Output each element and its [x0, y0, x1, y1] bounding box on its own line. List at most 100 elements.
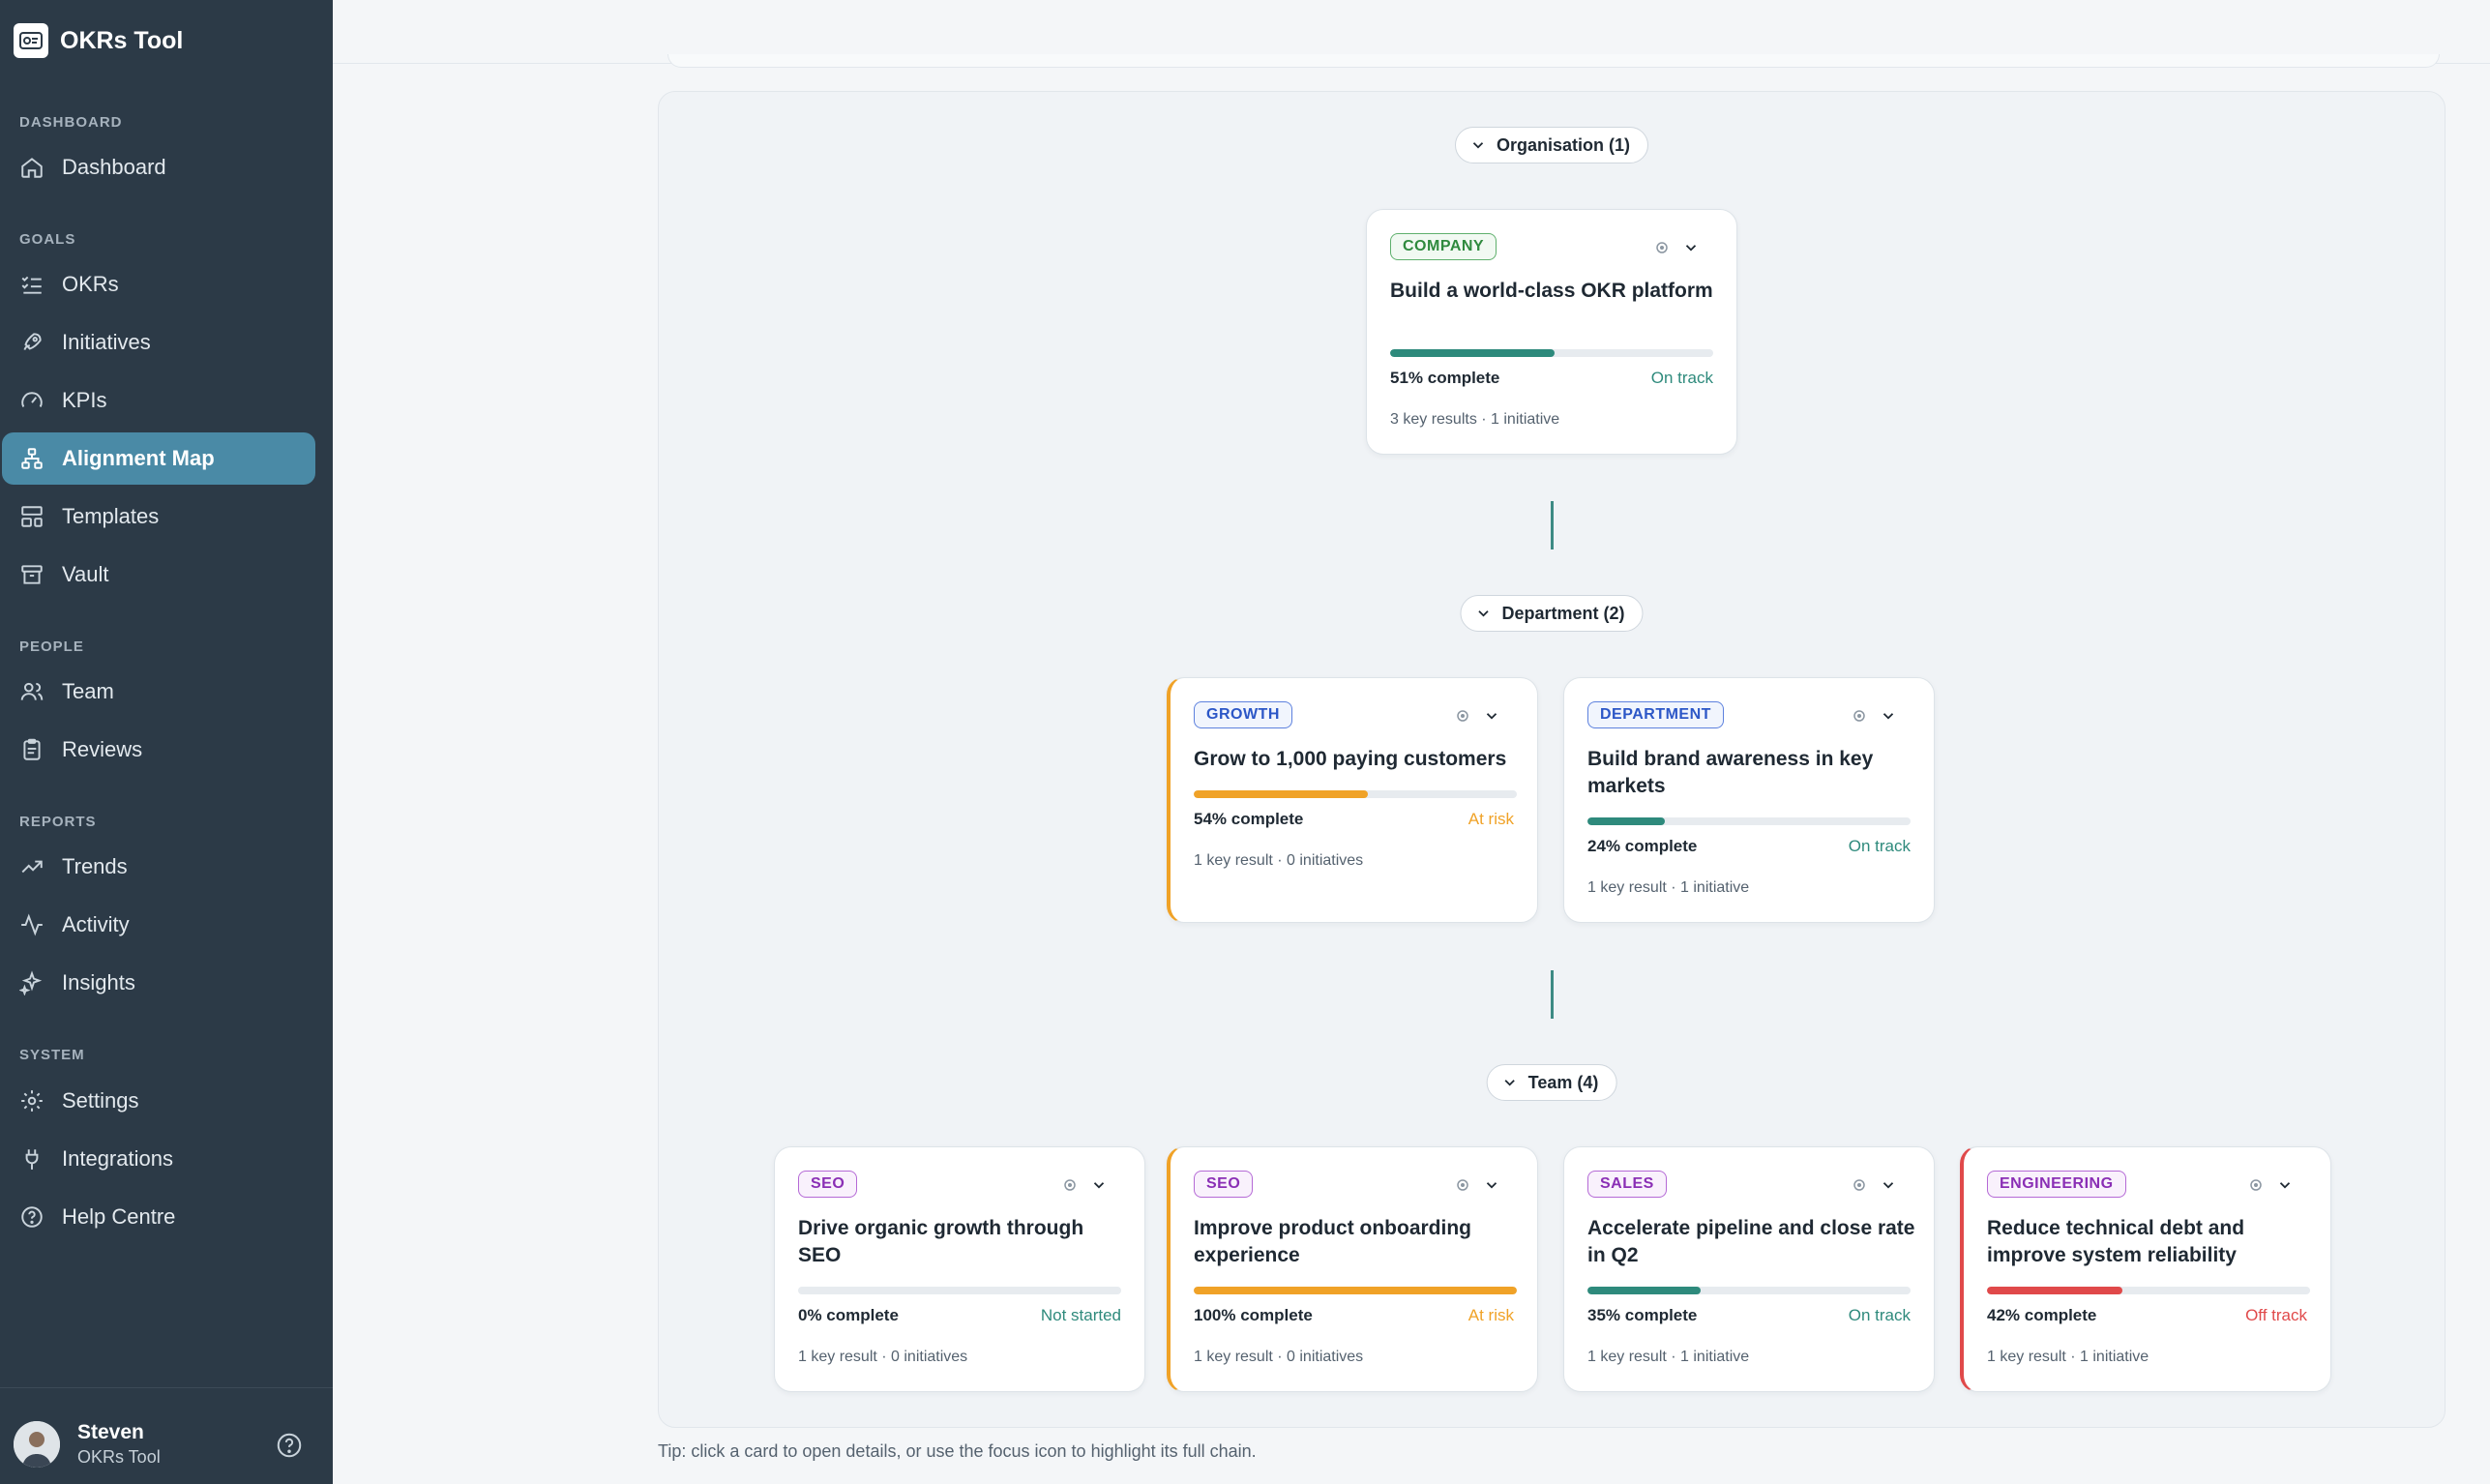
connector-line	[1551, 501, 1554, 549]
rocket-icon	[23, 333, 42, 350]
user-name: Steven	[77, 1421, 144, 1443]
team-tag: GROWTH	[1194, 701, 1292, 728]
app-logo-icon	[14, 23, 48, 58]
user-profile[interactable]: Steven OKRs Tool	[0, 1387, 333, 1484]
status-badge: On track	[1848, 837, 1911, 855]
connector-line	[1551, 970, 1554, 1019]
nav-section-reports: REPORTS	[19, 814, 97, 830]
chevron-down-icon[interactable]	[1483, 1176, 1500, 1194]
home-icon	[21, 158, 43, 178]
status-badge: Not started	[1040, 1306, 1121, 1324]
status-badge: On track	[1650, 369, 1713, 387]
sidebar-item-settings[interactable]: Settings	[2, 1075, 315, 1127]
team-tag: DEPARTMENT	[1587, 701, 1724, 728]
chevron-down-icon[interactable]	[1682, 239, 1700, 256]
layout-template-icon	[21, 506, 43, 527]
hierarchy-icon	[21, 448, 43, 469]
okr-card-department[interactable]: DEPARTMENT Build brand awareness in key …	[1563, 677, 1935, 923]
okr-card-company[interactable]: COMPANY Build a world-class OKR platform…	[1366, 209, 1737, 455]
filter-panel	[667, 54, 2440, 68]
card-meta: 1 key result · 1 initiative	[1587, 1349, 1750, 1365]
nav-section-goals: GOALS	[19, 231, 76, 248]
sidebar-item-integrations[interactable]: Integrations	[2, 1133, 315, 1185]
focus-icon[interactable]	[1655, 241, 1669, 254]
nav-section-system: SYSTEM	[19, 1047, 85, 1063]
progress-text: 54% complete	[1194, 810, 1304, 828]
chevron-down-icon[interactable]	[1090, 1176, 1108, 1194]
focus-icon[interactable]	[1456, 709, 1469, 723]
sidebar-item-dashboard[interactable]: Dashboard	[2, 141, 315, 193]
okr-card-seo-organic[interactable]: SEO Drive organic growth through SEO 0% …	[774, 1146, 1145, 1392]
sparkles-icon	[19, 970, 43, 995]
sidebar-item-reviews[interactable]: Reviews	[2, 724, 315, 776]
progress-bar	[1587, 817, 1911, 825]
chevron-down-icon	[1478, 610, 1489, 617]
sidebar-item-label: Help Centre	[62, 1204, 176, 1229]
clipboard-icon	[23, 738, 41, 760]
sidebar-item-label: Insights	[62, 970, 135, 994]
sidebar-item-help-centre[interactable]: Help Centre	[2, 1191, 315, 1243]
sidebar-item-activity[interactable]: Activity	[2, 899, 315, 951]
card-meta: 1 key result · 0 initiatives	[1194, 1349, 1364, 1365]
progress-bar	[1987, 1287, 2310, 1294]
sidebar-item-vault[interactable]: Vault	[2, 549, 315, 601]
gauge-icon	[21, 392, 43, 407]
sidebar-item-insights[interactable]: Insights	[2, 957, 315, 1009]
archive-icon	[21, 565, 43, 584]
sidebar-item-templates[interactable]: Templates	[2, 490, 315, 543]
activity-icon	[21, 913, 43, 936]
sidebar-item-initiatives[interactable]: Initiatives	[2, 316, 315, 369]
sidebar-item-label: Vault	[62, 562, 109, 586]
progress-text: 24% complete	[1587, 837, 1698, 855]
sidebar-item-kpis[interactable]: KPIs	[2, 374, 315, 427]
sidebar-item-label: Reviews	[62, 737, 143, 761]
okr-card-engineering[interactable]: ENGINEERING Reduce technical debt and im…	[1960, 1146, 2331, 1392]
focus-icon[interactable]	[1853, 1178, 1866, 1192]
team-tag: SALES	[1587, 1171, 1667, 1198]
sidebar-item-label: Team	[62, 679, 114, 703]
app-name: OKRs Tool	[60, 26, 184, 54]
level-toggle-organisation[interactable]: Organisation (1)	[1454, 127, 1649, 163]
sidebar-item-label: Integrations	[62, 1146, 173, 1171]
sidebar-item-label: Dashboard	[62, 155, 166, 179]
progress-text: 42% complete	[1987, 1306, 2097, 1324]
avatar	[14, 1421, 60, 1468]
chevron-down-icon[interactable]	[1483, 707, 1500, 725]
objective-title: Improve product onboarding experience	[1194, 1217, 1471, 1266]
sidebar-item-trends[interactable]: Trends	[2, 841, 315, 893]
card-meta: 1 key result · 0 initiatives	[798, 1349, 968, 1365]
help-circle-icon	[277, 1433, 302, 1458]
level-toggle-department[interactable]: Department (2)	[1460, 595, 1644, 632]
level-label: Team (4)	[1527, 1072, 1599, 1092]
okr-card-seo-onboarding[interactable]: SEO Improve product onboarding experienc…	[1167, 1146, 1538, 1392]
chevron-down-icon[interactable]	[1880, 707, 1897, 725]
okr-card-sales[interactable]: SALES Accelerate pipeline and close rate…	[1563, 1146, 1935, 1392]
chevron-down-icon[interactable]	[1880, 1176, 1897, 1194]
sidebar-item-okrs[interactable]: OKRs	[2, 258, 315, 311]
chevron-down-icon	[1472, 142, 1484, 149]
focus-icon[interactable]	[1456, 1178, 1469, 1192]
status-badge: Off track	[2245, 1306, 2307, 1324]
card-meta: 1 key result · 1 initiative	[1987, 1349, 2149, 1365]
help-button[interactable]	[275, 1431, 304, 1460]
focus-icon[interactable]	[1853, 709, 1866, 723]
progress-bar	[1390, 349, 1713, 357]
sidebar-item-label: OKRs	[62, 272, 119, 296]
sidebar-item-label: Trends	[62, 854, 128, 878]
objective-title: Accelerate pipeline and close rate in Q2	[1587, 1217, 1915, 1266]
focus-icon[interactable]	[2249, 1178, 2263, 1192]
level-label: Department (2)	[1501, 603, 1625, 623]
level-toggle-team[interactable]: Team (4)	[1486, 1064, 1617, 1101]
sidebar-item-alignment-map[interactable]: Alignment Map	[2, 432, 315, 485]
brand[interactable]: OKRs Tool	[14, 21, 183, 60]
trending-up-icon	[21, 860, 43, 874]
focus-icon[interactable]	[1063, 1178, 1077, 1192]
chevron-down-icon[interactable]	[2276, 1176, 2294, 1194]
okr-card-growth[interactable]: GROWTH Grow to 1,000 paying customers 54…	[1167, 677, 1538, 923]
sidebar-item-team[interactable]: Team	[2, 666, 315, 718]
tip-text: Tip: click a card to open details, or us…	[658, 1441, 1257, 1461]
status-badge: At risk	[1467, 1306, 1514, 1324]
objective-title: Build a world-class OKR platform	[1390, 280, 1713, 302]
objective-title: Drive organic growth through SEO	[798, 1217, 1084, 1266]
progress-text: 35% complete	[1587, 1306, 1698, 1324]
